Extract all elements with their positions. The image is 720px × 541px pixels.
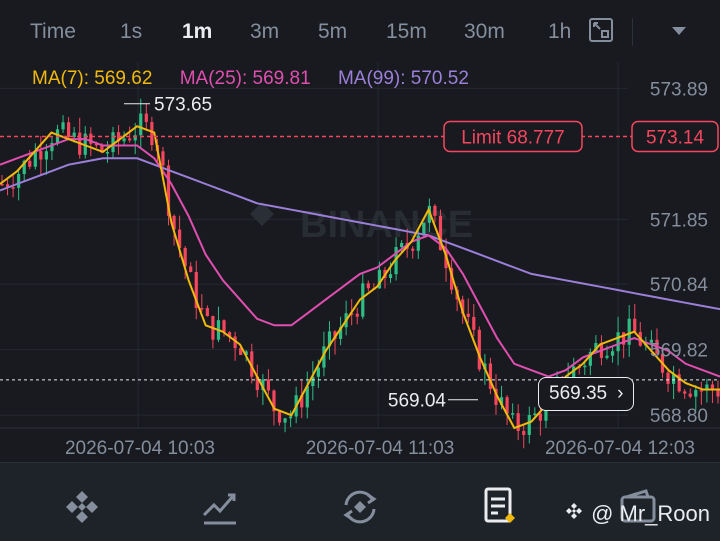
candle-body [67, 122, 71, 138]
candle-body [694, 390, 698, 397]
orders-doc-icon[interactable] [478, 485, 522, 529]
watermark-text: BINANCE [300, 204, 473, 246]
candle-body [139, 113, 143, 136]
limit-tag-label: Limit 68.777 [461, 127, 565, 148]
candle-body [466, 313, 470, 317]
trade-swap-icon[interactable] [338, 485, 382, 529]
current-price-pill[interactable]: 569.35 › [538, 377, 635, 411]
tab-15m[interactable]: 15m [386, 20, 427, 44]
candle-body [222, 320, 226, 333]
candle-body [283, 418, 287, 423]
candle-body [610, 351, 615, 356]
binance-small-icon [563, 500, 585, 528]
candle-body [161, 151, 165, 166]
y-tick-label: 568.80 [650, 406, 708, 427]
candle-body [366, 283, 370, 289]
candle-body [477, 329, 481, 370]
candle-body [388, 274, 393, 278]
chart-toolbar: Time 1s 1m 3m 5m 15m 30m 1h [0, 0, 720, 62]
tab-30m[interactable]: 30m [464, 20, 505, 44]
candle-body [605, 355, 609, 358]
candle-body [277, 411, 282, 423]
user-watermark: @ Mr_Roon [563, 500, 710, 528]
candle-body [527, 415, 531, 435]
chevron-right-icon: › [617, 383, 624, 404]
markets-chart-icon[interactable] [198, 485, 242, 529]
candle-body [150, 122, 154, 146]
y-tick-label: 571.85 [650, 210, 708, 231]
x-tick-label: 2026-07-04 11:03 [306, 438, 455, 459]
candle-body [400, 242, 404, 248]
tab-5m[interactable]: 5m [318, 20, 347, 44]
candle-body [511, 413, 515, 415]
candle-body [122, 138, 126, 142]
candle-body [11, 187, 15, 189]
candle-body [716, 390, 720, 397]
candle-body [516, 413, 520, 431]
candle-body [316, 367, 320, 377]
candle-body [666, 372, 670, 384]
candle-body [44, 151, 49, 160]
high-label: 573.65 [154, 95, 212, 116]
y-tick-label: 570.84 [650, 275, 709, 296]
tab-1s[interactable]: 1s [120, 20, 142, 44]
y-tick-label: 573.89 [650, 79, 708, 100]
candle-body [189, 266, 193, 273]
current-price-value: 569.35 [549, 383, 608, 404]
candle-body [538, 413, 542, 421]
candle-body [128, 138, 132, 141]
ma99-label: MA(99): 570.52 [337, 68, 469, 89]
binance-logo-icon[interactable] [60, 485, 104, 529]
ma-legend: MA(7): 569.62 MA(25): 569.81 MA(99): 570… [32, 68, 491, 90]
candle-body [266, 379, 271, 391]
candle-body [522, 430, 526, 435]
candle-body [61, 122, 65, 130]
candle-body [355, 313, 359, 317]
ma7-label: MA(7): 569.62 [32, 68, 153, 89]
candle-body [616, 332, 620, 352]
candle-body [361, 283, 365, 317]
candle-body [433, 205, 437, 216]
tab-time[interactable]: Time [30, 20, 76, 44]
x-tick-label: 2026-07-04 10:03 [65, 438, 215, 459]
tab-1h[interactable]: 1h [548, 20, 571, 44]
chevron-down-icon[interactable] [670, 24, 688, 42]
limit-price-label: 573.14 [646, 127, 705, 148]
fullscreen-icon[interactable] [588, 17, 614, 48]
candle-body [205, 308, 209, 317]
candle-body [28, 160, 32, 167]
candle-body [683, 391, 687, 394]
chart-annotations: Limit 68.777 573.14 573.65 569.04 [0, 95, 720, 412]
candle-body [17, 174, 21, 188]
candle-body [144, 113, 148, 123]
tab-3m[interactable]: 3m [250, 20, 279, 44]
candle-body [633, 318, 637, 332]
x-tick-label: 2026-07-04 12:03 [545, 438, 695, 459]
candle-body [583, 365, 587, 368]
candle-body [39, 151, 43, 160]
candle-body [533, 413, 537, 416]
candle-body [411, 248, 415, 251]
y-tick-label: 569.82 [650, 341, 708, 362]
candle-body [688, 393, 692, 397]
username: @ Mr_Roon [591, 501, 710, 526]
candle-body [472, 316, 476, 330]
candle-body [111, 132, 115, 153]
candle-body [105, 152, 110, 154]
ma25-label: MA(25): 569.81 [179, 68, 311, 89]
toolbar-divider [632, 18, 633, 46]
low-label: 569.04 [388, 391, 447, 412]
candle-body [289, 416, 293, 419]
tab-1m[interactable]: 1m [182, 20, 212, 44]
